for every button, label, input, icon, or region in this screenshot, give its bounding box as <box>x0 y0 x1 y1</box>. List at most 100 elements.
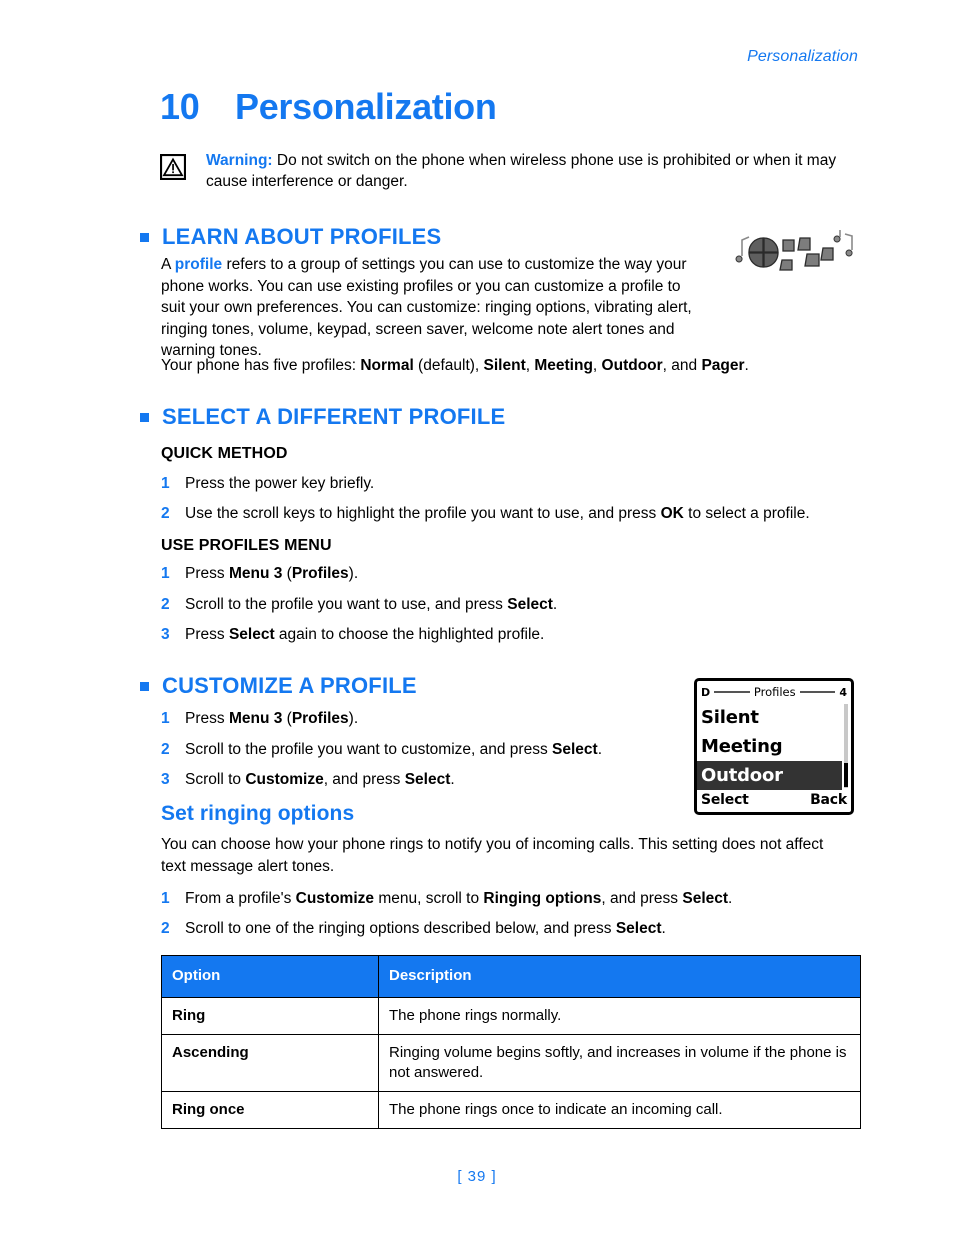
paragraph-text: (default), <box>413 357 484 374</box>
section-heading-select-a-different-profile: SELECT A DIFFERENT PROFILE <box>140 404 505 430</box>
step-item: 2 Scroll to one of the ringing options d… <box>161 918 666 939</box>
step-text-part: From a profile's <box>185 890 296 907</box>
step-text: Use the scroll keys to highlight the pro… <box>185 503 810 524</box>
subheading-quick-method: QUICK METHOD <box>161 445 288 462</box>
step-item: 1 Press Menu 3 (Profiles). <box>161 708 358 729</box>
step-number: 2 <box>161 596 170 613</box>
menu-name-profiles: Profiles <box>291 710 349 727</box>
section-heading-text: LEARN ABOUT PROFILES <box>162 224 442 249</box>
phone-screen-titlebar: D Profiles 4 <box>697 681 851 703</box>
phone-menu-item-silent[interactable]: Silent <box>697 703 851 732</box>
chapter-title-text: Personalization <box>235 86 497 127</box>
menu-path-label: Menu 3 <box>228 710 283 727</box>
paragraph-text: , <box>592 357 602 374</box>
section-bullet-icon <box>140 232 149 242</box>
paragraph-ringing: You can choose how your phone rings to n… <box>161 836 824 875</box>
profile-name-meeting: Meeting <box>534 357 593 374</box>
running-header: Personalization <box>747 48 858 65</box>
warning-text: Warning: Do not switch on the phone when… <box>206 150 860 192</box>
step-text-part: again to choose the highlighted profile. <box>274 626 545 643</box>
phone-menu-item-outdoor[interactable]: Outdoor <box>697 761 842 790</box>
step-text-part: Press <box>185 710 229 727</box>
step-number: 3 <box>161 626 170 643</box>
table-header-row: Option Description <box>161 955 861 998</box>
phone-screen-softkey-bar: Select Back <box>697 788 851 812</box>
profile-name-silent: Silent <box>483 357 526 374</box>
step-text: Scroll to Customize, and press Select. <box>185 769 455 790</box>
step-text-part: Scroll to one of the ringing options des… <box>185 920 616 937</box>
subheading-set-ringing-options: Set ringing options <box>161 802 355 825</box>
step-item: 3 Press Select again to choose the highl… <box>161 624 544 645</box>
paragraph-text: . <box>744 357 749 374</box>
step-number: 1 <box>161 890 170 907</box>
step-item: 1 From a profile's Customize menu, scrol… <box>161 888 732 909</box>
step-text-part: Use the scroll keys to highlight the pro… <box>185 505 661 522</box>
softkey-label-select: Select <box>228 626 275 643</box>
chapter-number: 10 <box>160 86 200 127</box>
step-text-part: . <box>597 741 602 758</box>
step-text: Press Menu 3 (Profiles). <box>185 708 358 729</box>
key-label-ok: OK <box>660 505 684 522</box>
step-item: 2 Scroll to the profile you want to cust… <box>161 739 602 760</box>
table-cell-option: Ring once <box>161 1091 379 1129</box>
section-heading-text: CUSTOMIZE A PROFILE <box>162 673 417 698</box>
step-text-part: , and press <box>601 890 683 907</box>
subheading-use-profiles-menu: USE PROFILES MENU <box>161 537 332 554</box>
paragraph-text-cont: refers to a group of settings you can us… <box>161 256 692 359</box>
step-number: 2 <box>161 920 170 937</box>
menu-path-label: Menu 3 <box>228 565 283 582</box>
step-text-part: Scroll to the profile you want to use, a… <box>185 596 508 613</box>
phone-screen-mock-profiles: D Profiles 4 Silent Meeting Outdoor Sele… <box>694 678 854 815</box>
step-item: 1 Press Menu 3 (Profiles). <box>161 563 358 584</box>
step-text-part: ). <box>348 565 359 582</box>
step-text: Scroll to the profile you want to use, a… <box>185 594 557 615</box>
section-heading-text: SELECT A DIFFERENT PROFILE <box>162 404 506 429</box>
step-number: 1 <box>161 710 170 727</box>
softkey-select[interactable]: Select <box>701 792 749 808</box>
warning-note: Warning: Do not switch on the phone when… <box>159 150 860 192</box>
step-text-part: menu, scroll to <box>374 890 484 907</box>
paragraph-text: A <box>161 256 175 273</box>
step-text: Press the power key briefly. <box>185 473 374 494</box>
phone-menu-item-meeting[interactable]: Meeting <box>697 732 851 761</box>
menu-name-ringing-options: Ringing options <box>483 890 602 907</box>
table-row: Ring The phone rings normally. <box>161 997 861 1035</box>
table-cell-option: Ascending <box>161 1034 379 1092</box>
ringing-options-table: Option Description Ring The phone rings … <box>161 955 861 1129</box>
step-number: 1 <box>161 565 170 582</box>
step-number: 1 <box>161 475 170 492</box>
menu-name-customize: Customize <box>245 771 324 788</box>
step-item: 2 Use the scroll keys to highlight the p… <box>161 503 810 524</box>
step-text-part: ( <box>282 710 292 727</box>
signal-indicator-left: D <box>701 685 711 699</box>
battery-indicator-right: 4 <box>839 685 848 699</box>
menu-name-profiles: Profiles <box>291 565 349 582</box>
section-heading-learn-about-profiles: LEARN ABOUT PROFILES <box>140 224 441 250</box>
warning-label: Warning: <box>206 152 273 169</box>
softkey-back[interactable]: Back <box>810 792 847 808</box>
table-column-header-description: Description <box>378 955 861 998</box>
phone-screen-scrollbar-thumb <box>844 763 848 787</box>
step-text-part: to select a profile. <box>683 505 810 522</box>
phone-screen-menu-list: Silent Meeting Outdoor <box>697 703 851 790</box>
phone-screen-title: Profiles <box>753 685 796 699</box>
paragraph-learn-1: A profile refers to a group of settings … <box>161 254 706 362</box>
softkey-label-select: Select <box>682 890 729 907</box>
step-text-part: Scroll to <box>185 771 246 788</box>
titlebar-rule-right-icon <box>799 691 836 693</box>
step-text: Press Select again to choose the highlig… <box>185 624 544 645</box>
step-number: 3 <box>161 771 170 788</box>
paragraph-learn-2: Your phone has five profiles: Normal (de… <box>161 355 861 377</box>
step-text-part: Scroll to the profile you want to custom… <box>185 741 553 758</box>
table-column-header-option: Option <box>161 955 379 998</box>
term-profile: profile <box>174 256 223 273</box>
document-page: Personalization 10 Personalization Warnin… <box>0 0 954 1248</box>
warning-body: Do not switch on the phone when wireless… <box>206 152 837 190</box>
step-text-part: Press the power key briefly. <box>185 475 375 492</box>
section-bullet-icon <box>140 412 149 422</box>
menu-name-customize: Customize <box>295 890 375 907</box>
table-cell-option: Ring <box>161 997 379 1035</box>
table-row: Ring once The phone rings once to indica… <box>161 1091 861 1129</box>
step-item: 2 Scroll to the profile you want to use,… <box>161 594 557 615</box>
step-item: 3 Scroll to Customize, and press Select. <box>161 769 455 790</box>
